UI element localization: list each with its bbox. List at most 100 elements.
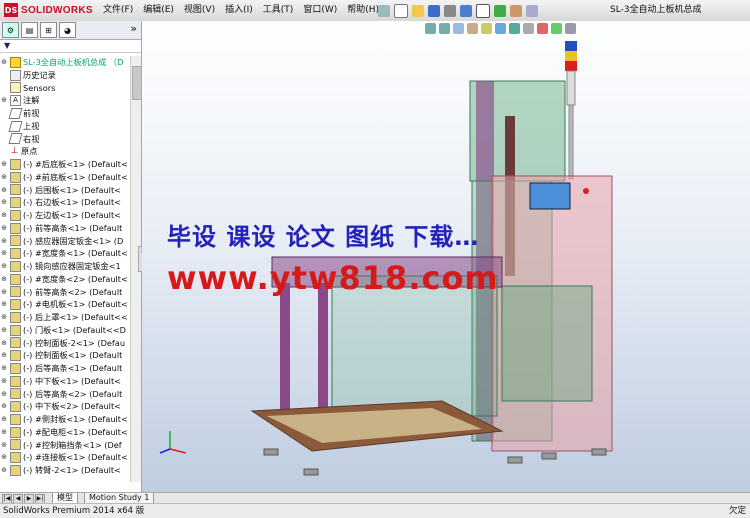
part-icon	[10, 426, 21, 438]
panel-expand-icon[interactable]: »	[130, 22, 137, 35]
expand-icon[interactable]: ⊕	[0, 375, 8, 388]
expand-icon[interactable]: ⊕	[0, 235, 8, 248]
tree-item[interactable]: ⊕ (-) #连接板<1> (Default<	[0, 451, 130, 464]
expand-icon[interactable]: ⊕	[0, 400, 8, 413]
tree-item[interactable]: ⊕ (-) 控制面板<1> (Default	[0, 349, 130, 362]
cabinet-door-glass	[501, 285, 593, 402]
tree-item-label: (-) 右边板<1> (Default<	[23, 197, 122, 208]
tree-item[interactable]: ⊕ (-) #宽度条<1> (Default<	[0, 247, 130, 260]
menu-tools[interactable]: 工具(T)	[258, 0, 299, 21]
note-icon: A	[10, 95, 21, 107]
tree-item[interactable]: 前视	[0, 107, 130, 120]
tree-item[interactable]: ⊕ (-) 前等高条<2> (Default	[0, 286, 130, 299]
display-manager-tab[interactable]: ◕	[59, 22, 76, 38]
expand-icon[interactable]: ⊕	[0, 464, 8, 477]
tree-item[interactable]: ⊕ (-) #后底板<1> (Default<	[0, 158, 130, 171]
menu-edit[interactable]: 编辑(E)	[138, 0, 179, 21]
tree-item[interactable]: ⊕ (-) #前底板<1> (Default<	[0, 171, 130, 184]
tree-item[interactable]: ⊥ 原点	[0, 145, 130, 158]
expand-icon[interactable]: ⊕	[0, 171, 8, 184]
menu-bar: 文件(F) 编辑(E) 视图(V) 插入(I) 工具(T) 窗口(W) 帮助(H…	[98, 0, 384, 21]
tree-item[interactable]: ⊕ (-) 控制面板-2<1> (Defau	[0, 337, 130, 350]
tree-item[interactable]: ⊕ (-) #侧封板<1> (Default<	[0, 413, 130, 426]
standard-toolbar	[378, 3, 538, 18]
rebuild-icon[interactable]	[494, 4, 506, 17]
coordinate-triad	[159, 431, 187, 454]
options-icon[interactable]	[526, 4, 538, 17]
tree-item-label: (-) 控制面板<1> (Default	[23, 350, 123, 361]
expand-icon[interactable]: ⊕	[0, 273, 8, 286]
feature-manager-tab[interactable]: ⚙	[2, 22, 19, 38]
expand-icon[interactable]: ⊕	[0, 298, 8, 311]
expand-icon[interactable]: ⊕	[0, 184, 8, 197]
menu-window[interactable]: 窗口(W)	[298, 0, 342, 21]
menu-file[interactable]: 文件(F)	[98, 0, 138, 21]
expand-icon[interactable]: ⊕	[0, 349, 8, 362]
tree-item[interactable]: ⊕ SL-3全自动上板机总成 （D	[0, 56, 130, 69]
menu-insert[interactable]: 插入(I)	[220, 0, 258, 21]
expand-icon[interactable]: ⊕	[0, 451, 8, 464]
tree-item[interactable]: ⊕ (-) 左边板<1> (Default<	[0, 209, 130, 222]
tree-item[interactable]: ⊕ (-) 镜向感应器固定钣金<1	[0, 260, 130, 273]
expand-icon[interactable]: ⊕	[0, 94, 8, 107]
tree-item[interactable]: ⊕ (-) 感应器固定钣金<1> (D	[0, 235, 130, 248]
asm-icon	[10, 56, 21, 68]
expand-icon[interactable]: ⊕	[0, 362, 8, 375]
open-folder-icon[interactable]	[412, 4, 424, 17]
tree-item[interactable]: ⊕ (-) 后等高条<1> (Default	[0, 362, 130, 375]
configuration-manager-tab[interactable]: ⊞	[40, 22, 57, 38]
save-icon[interactable]	[428, 4, 440, 17]
tree-item[interactable]: ⊕ (-) 转臂-2<1> (Default<	[0, 464, 130, 477]
part-icon	[10, 337, 21, 349]
print-icon[interactable]	[444, 4, 456, 17]
expand-icon[interactable]: ⊕	[0, 337, 8, 350]
tree-filter[interactable]: ▼	[0, 40, 141, 53]
expand-icon[interactable]: ⊕	[0, 388, 8, 401]
expand-icon[interactable]: ⊕	[0, 286, 8, 299]
expand-icon[interactable]: ⊕	[0, 426, 8, 439]
tree-item[interactable]: ⊕ (-) 后等高条<2> (Default	[0, 388, 130, 401]
expand-icon[interactable]: ⊕	[0, 439, 8, 452]
expand-icon[interactable]: ⊕	[0, 158, 8, 171]
expand-icon[interactable]: ⊕	[0, 209, 8, 222]
tree-item[interactable]: 历史记录	[0, 69, 130, 82]
tree-item[interactable]: Sensors	[0, 82, 130, 95]
watermark-line-1: 毕设 课设 论文 图纸 下载…	[167, 223, 480, 251]
tree-item-label: (-) 后等高条<2> (Default	[23, 388, 123, 399]
tree-item[interactable]: ⊕ A 注解	[0, 94, 130, 107]
menu-view[interactable]: 视图(V)	[179, 0, 220, 21]
tree-item[interactable]: ⊕ (-) #宽度条<2> (Default<	[0, 273, 130, 286]
expand-icon[interactable]: ⊕	[0, 247, 8, 260]
tree-item[interactable]: ⊕ (-) #电机板<1> (Default<	[0, 298, 130, 311]
tree-item[interactable]: ⊕ (-) 后上罩<1> (Default<<	[0, 311, 130, 324]
tree-item[interactable]: ⊕ (-) #配电柜<1> (Default<	[0, 426, 130, 439]
property-manager-tab[interactable]: ▤	[21, 22, 38, 38]
tree-item[interactable]: ⊕ (-) 前等高条<1> (Default	[0, 222, 130, 235]
expand-icon[interactable]: ⊕	[0, 222, 8, 235]
tree-item[interactable]: ⊕ (-) #控制箱挡条<1> (Def	[0, 439, 130, 452]
tree-item[interactable]: ⊕ (-) 中下板<2> (Default<	[0, 400, 130, 413]
tree-item-label: (-) #前底板<1> (Default<	[23, 171, 128, 182]
expand-icon[interactable]: ⊕	[0, 196, 8, 209]
undo-icon[interactable]	[460, 4, 472, 17]
expand-icon[interactable]: ⊕	[0, 311, 8, 324]
tree-item[interactable]: ⊕ (-) 门板<1> (Default<<D	[0, 324, 130, 337]
tree-item[interactable]: 右视	[0, 133, 130, 146]
tree-item[interactable]: ⊕ (-) 后围板<1> (Default<	[0, 184, 130, 197]
expand-icon[interactable]: ⊕	[0, 260, 8, 273]
tree-scrollbar-thumb[interactable]	[132, 66, 142, 100]
pin-icon[interactable]	[378, 4, 390, 17]
select-arrow-icon[interactable]	[476, 3, 490, 18]
tree-item[interactable]: ⊕ (-) 中下板<1> (Default<	[0, 375, 130, 388]
part-icon	[10, 209, 21, 221]
expand-icon[interactable]: ⊕	[0, 413, 8, 426]
tree-item[interactable]: ⊕ (-) 右边板<1> (Default<	[0, 196, 130, 209]
tree-item[interactable]: 上视	[0, 120, 130, 133]
file-properties-icon[interactable]	[510, 4, 522, 17]
graphics-viewport[interactable]: 毕设 课设 论文 图纸 下载… www.ytw818.com	[142, 21, 750, 492]
expand-icon[interactable]: ⊕	[0, 56, 8, 69]
expand-icon[interactable]: ⊕	[0, 324, 8, 337]
new-document-icon[interactable]	[394, 3, 408, 18]
display-icon: ◕	[64, 25, 71, 35]
solidworks-logo[interactable]: DS SOLIDWORKS	[4, 3, 93, 17]
